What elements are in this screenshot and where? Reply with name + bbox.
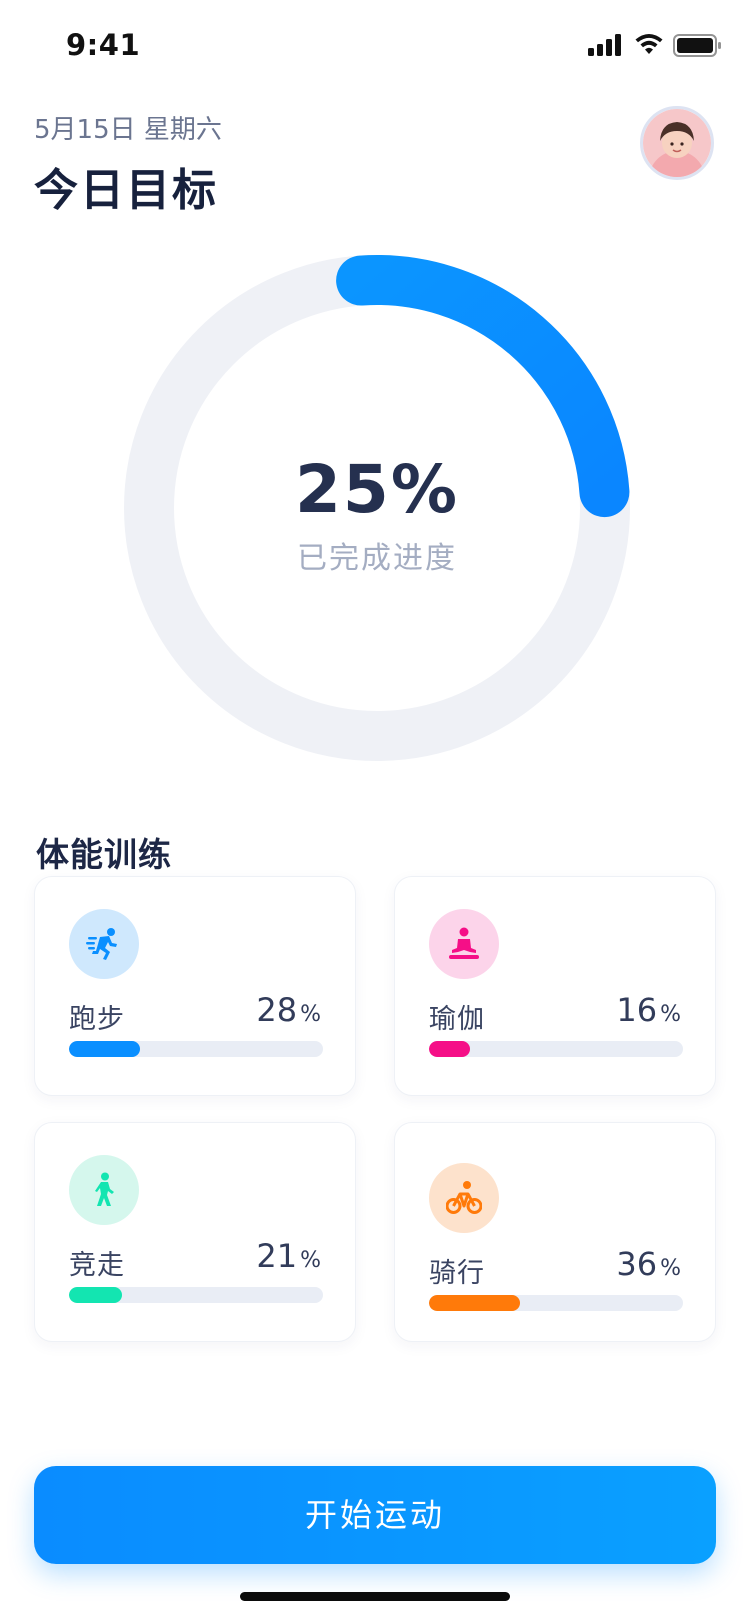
activity-card-yoga[interactable]: 瑜伽 16% (394, 876, 716, 1096)
user-avatar[interactable] (640, 106, 714, 180)
progress-summary: 25% 已完成进度 (112, 243, 642, 773)
activity-percent-value: 21 (256, 1237, 298, 1275)
activity-name: 跑步 (69, 1004, 125, 1035)
avatar-image (643, 109, 711, 177)
progress-label: 已完成进度 (297, 541, 457, 576)
activity-card-running[interactable]: 跑步 28% (34, 876, 356, 1096)
activity-percent: 28% (256, 991, 321, 1029)
section-title: 体能训练 (36, 835, 172, 874)
activity-progress-fill (69, 1041, 141, 1057)
activity-progress-track (429, 1041, 683, 1057)
activity-percent-value: 16 (616, 991, 658, 1029)
progress-percent: 25% (295, 451, 459, 528)
date-label: 5月15日 星期六 (34, 115, 222, 145)
activity-percent-value: 36 (616, 1245, 658, 1283)
activity-card-racewalk[interactable]: 竞走 21% (34, 1122, 356, 1342)
activity-percent: 36% (616, 1245, 681, 1283)
status-bar: 9:41 (0, 0, 750, 92)
activity-percent: 21% (256, 1237, 321, 1275)
battery-icon (673, 34, 721, 57)
activity-name: 骑行 (429, 1258, 485, 1289)
activity-percent-value: 28 (256, 991, 298, 1029)
activity-name: 竞走 (69, 1250, 125, 1281)
running-icon (86, 928, 117, 960)
cycling-icon-badge (429, 1163, 499, 1233)
activity-name: 瑜伽 (429, 1004, 485, 1035)
percent-unit: % (300, 1002, 321, 1027)
activity-progress-fill (429, 1295, 521, 1311)
walking-icon-badge (69, 1155, 139, 1225)
activity-progress-track (429, 1295, 683, 1311)
status-time: 9:41 (66, 28, 141, 62)
activity-card-cycling[interactable]: 骑行 36% (394, 1122, 716, 1342)
walking-icon (95, 1172, 114, 1206)
percent-unit: % (660, 1256, 681, 1281)
activity-progress-fill (69, 1287, 123, 1303)
percent-unit: % (660, 1002, 681, 1027)
activity-progress-fill (429, 1041, 470, 1057)
page-title: 今日目标 (34, 165, 218, 216)
cellular-signal-icon (588, 34, 621, 56)
percent-unit: % (300, 1248, 321, 1273)
home-indicator[interactable] (240, 1592, 510, 1601)
activity-percent: 16% (616, 991, 681, 1029)
yoga-icon-badge (429, 909, 499, 979)
start-workout-button[interactable]: 开始运动 (34, 1466, 716, 1564)
cycling-icon (446, 1181, 482, 1214)
activity-progress-track (69, 1287, 323, 1303)
yoga-icon (449, 927, 479, 959)
activity-progress-track (69, 1041, 323, 1057)
wifi-icon (635, 34, 663, 54)
running-icon-badge (69, 909, 139, 979)
